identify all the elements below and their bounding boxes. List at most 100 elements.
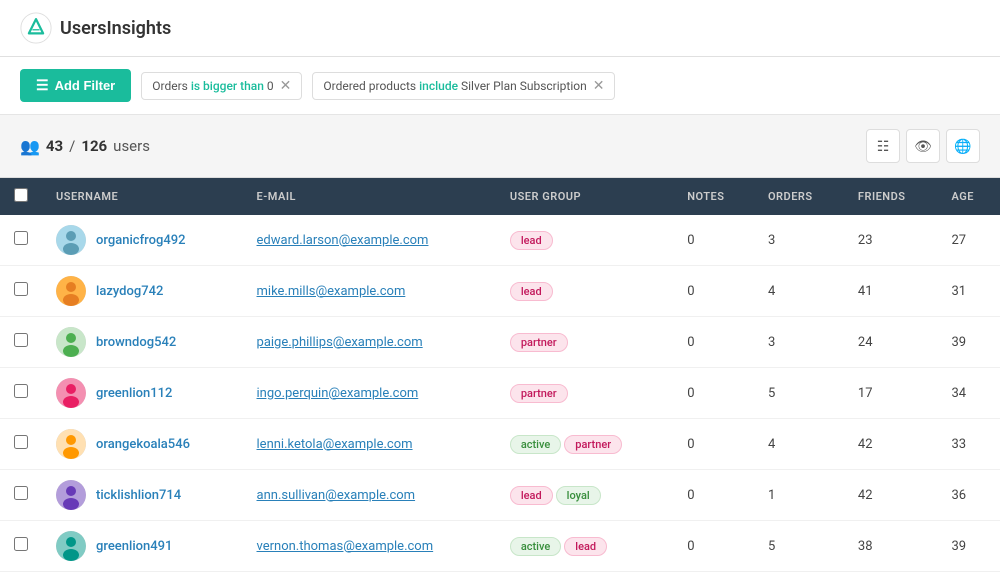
- orders-cell: 4: [754, 266, 844, 317]
- avatar: [56, 531, 86, 561]
- age-cell: 34: [937, 368, 1000, 419]
- username[interactable]: organicfrog492: [96, 233, 186, 248]
- table-row: orangekoala546 lenni.ketola@example.com a…: [0, 419, 1000, 470]
- username[interactable]: ticklishlion714: [96, 488, 181, 503]
- header: UsersInsights: [0, 0, 1000, 57]
- tag-partner: partner: [510, 333, 568, 352]
- usergroup-cell: lead: [496, 266, 673, 317]
- th-notes: NOTES: [673, 178, 754, 215]
- tag-loyal: loyal: [556, 486, 601, 505]
- age-cell: 31: [937, 266, 1000, 317]
- grid-view-button[interactable]: ☷: [866, 129, 900, 163]
- orders-cell: 5: [754, 368, 844, 419]
- usergroup-cell: partner: [496, 368, 673, 419]
- email-link[interactable]: vernon.thomas@example.com: [257, 539, 434, 554]
- friends-cell: 17: [844, 368, 938, 419]
- filter-tag-1-text: Orders is bigger than 0: [152, 79, 273, 93]
- user-cell: organicfrog492: [42, 215, 243, 266]
- filter-tag-1-highlight: is bigger than: [191, 79, 264, 93]
- tag-partner: partner: [510, 384, 568, 403]
- tag-active: active: [510, 537, 561, 556]
- username[interactable]: greenlion112: [96, 386, 172, 401]
- orders-cell: 3: [754, 215, 844, 266]
- email-link[interactable]: ann.sullivan@example.com: [257, 488, 416, 503]
- user-cell: greenlion112: [42, 368, 243, 419]
- row-checkbox[interactable]: [14, 333, 28, 347]
- filter-icon: ☰: [36, 77, 49, 94]
- stats-total: 126: [81, 137, 107, 155]
- table-row: ticklishlion714 ann.sullivan@example.com…: [0, 470, 1000, 521]
- user-cell: lazydog742: [42, 266, 243, 317]
- stats-separator: /: [69, 137, 75, 155]
- orders-cell: 3: [754, 317, 844, 368]
- row-checkbox[interactable]: [14, 384, 28, 398]
- email-link[interactable]: edward.larson@example.com: [257, 233, 429, 248]
- usergroup-cell: leadloyal: [496, 470, 673, 521]
- email-cell: mike.mills@example.com: [243, 266, 496, 317]
- tag-active: active: [510, 435, 561, 454]
- tag-lead: lead: [510, 486, 553, 505]
- avatar: [56, 480, 86, 510]
- select-all-checkbox[interactable]: [14, 188, 28, 202]
- orders-cell: 5: [754, 521, 844, 572]
- email-cell: ingo.perquin@example.com: [243, 368, 496, 419]
- stats-label: users: [113, 137, 150, 155]
- filter-tag-1-close[interactable]: ✕: [280, 79, 292, 93]
- avatar: [56, 327, 86, 357]
- notes-cell: 0: [673, 368, 754, 419]
- map-view-button[interactable]: 🌐: [946, 129, 980, 163]
- email-cell: ann.sullivan@example.com: [243, 470, 496, 521]
- add-filter-label: Add Filter: [55, 78, 116, 93]
- friends-cell: 23: [844, 215, 938, 266]
- eye-icon: 👁: [914, 138, 932, 155]
- logo-icon: [20, 12, 52, 44]
- row-checkbox[interactable]: [14, 435, 28, 449]
- th-email: E-MAIL: [243, 178, 496, 215]
- row-checkbox-cell: [0, 266, 42, 317]
- friends-cell: 42: [844, 419, 938, 470]
- filter-tag-2-close[interactable]: ✕: [593, 79, 605, 93]
- user-cell: orangekoala546: [42, 419, 243, 470]
- table-header-row: USERNAME E-MAIL USER GROUP NOTES ORDERS …: [0, 178, 1000, 215]
- username[interactable]: browndog542: [96, 335, 176, 350]
- table-row: lazydog742 mike.mills@example.comlead044…: [0, 266, 1000, 317]
- grid-icon: ☷: [877, 138, 890, 155]
- notes-cell: 0: [673, 521, 754, 572]
- email-link[interactable]: lenni.ketola@example.com: [257, 437, 413, 452]
- username[interactable]: lazydog742: [96, 284, 163, 299]
- row-checkbox[interactable]: [14, 231, 28, 245]
- username[interactable]: greenlion491: [96, 539, 172, 554]
- notes-cell: 0: [673, 266, 754, 317]
- orders-cell: 1: [754, 470, 844, 521]
- table-row: browndog542 paige.phillips@example.com pa…: [0, 317, 1000, 368]
- filter-tag-2: Ordered products include Silver Plan Sub…: [312, 72, 615, 100]
- stats-left: 👥 43 / 126 users: [20, 137, 150, 156]
- age-cell: 36: [937, 470, 1000, 521]
- th-orders: ORDERS: [754, 178, 844, 215]
- usergroup-cell: lead: [496, 215, 673, 266]
- add-filter-button[interactable]: ☰ Add Filter: [20, 69, 131, 102]
- tag-lead: lead: [564, 537, 607, 556]
- row-checkbox[interactable]: [14, 537, 28, 551]
- age-cell: 39: [937, 317, 1000, 368]
- th-usergroup: USER GROUP: [496, 178, 673, 215]
- row-checkbox-cell: [0, 470, 42, 521]
- tag-lead: lead: [510, 231, 553, 250]
- email-link[interactable]: paige.phillips@example.com: [257, 335, 423, 350]
- th-age: AGE: [937, 178, 1000, 215]
- stats-right: ☷ 👁 🌐: [866, 129, 980, 163]
- age-cell: 33: [937, 419, 1000, 470]
- users-table: USERNAME E-MAIL USER GROUP NOTES ORDERS …: [0, 178, 1000, 572]
- th-friends: FRIENDS: [844, 178, 938, 215]
- row-checkbox-cell: [0, 317, 42, 368]
- row-checkbox[interactable]: [14, 486, 28, 500]
- age-cell: 39: [937, 521, 1000, 572]
- email-link[interactable]: mike.mills@example.com: [257, 284, 406, 299]
- eye-view-button[interactable]: 👁: [906, 129, 940, 163]
- email-link[interactable]: ingo.perquin@example.com: [257, 386, 419, 401]
- logo-text: UsersInsights: [60, 18, 171, 39]
- usergroup-cell: activelead: [496, 521, 673, 572]
- username[interactable]: orangekoala546: [96, 437, 190, 452]
- row-checkbox[interactable]: [14, 282, 28, 296]
- row-checkbox-cell: [0, 215, 42, 266]
